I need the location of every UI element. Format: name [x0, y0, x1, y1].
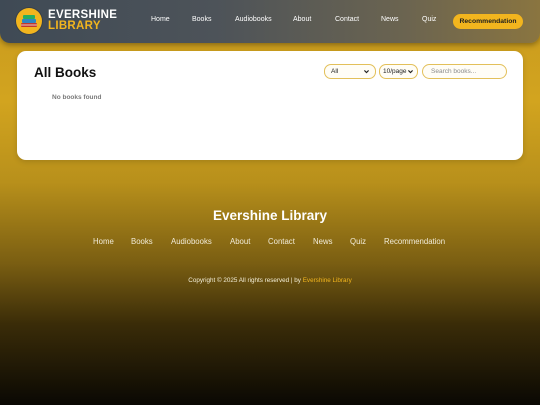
main-nav: Home Books Audiobooks About Contact News…	[0, 0, 540, 43]
empty-state-message: No books found	[52, 94, 102, 101]
footer-link-contact[interactable]: Contact	[268, 237, 295, 246]
footer-link-recommendation[interactable]: Recommendation	[384, 237, 445, 246]
chevron-down-icon	[364, 70, 369, 74]
per-page-value: 10/page	[383, 68, 407, 75]
top-navbar: EVERSHINE LIBRARY Home Books Audiobooks …	[0, 0, 540, 43]
category-filter-select[interactable]: All	[324, 64, 376, 79]
copyright-text: Copyright © 2025 All rights reserved | b…	[188, 277, 303, 284]
footer-title: Evershine Library	[212, 208, 328, 223]
nav-quiz[interactable]: Quiz	[422, 16, 436, 23]
nav-about[interactable]: About	[293, 16, 311, 23]
footer-link-news[interactable]: News	[313, 237, 333, 246]
per-page-select[interactable]: 10/page	[379, 64, 418, 79]
copyright-brand-link[interactable]: Evershine Library	[303, 277, 352, 284]
recommendation-button[interactable]: Recommendation	[453, 14, 523, 29]
footer-link-about[interactable]: About	[230, 237, 250, 246]
category-filter-value: All	[331, 68, 339, 75]
footer-link-audiobooks[interactable]: Audiobooks	[171, 237, 212, 246]
books-panel: All Books All 10/page Search books... No…	[17, 51, 523, 160]
page-title: All Books	[34, 65, 97, 80]
footer-link-quiz[interactable]: Quiz	[350, 237, 366, 246]
nav-audiobooks[interactable]: Audiobooks	[235, 16, 272, 23]
search-placeholder: Search books...	[431, 68, 477, 75]
copyright: Copyright © 2025 All rights reserved | b…	[0, 277, 540, 284]
chevron-down-icon	[408, 70, 413, 74]
nav-books[interactable]: Books	[192, 16, 211, 23]
nav-contact[interactable]: Contact	[335, 16, 359, 23]
footer-link-home[interactable]: Home	[93, 237, 114, 246]
search-input[interactable]: Search books...	[422, 64, 507, 79]
nav-news[interactable]: News	[381, 16, 399, 23]
nav-home[interactable]: Home	[151, 16, 170, 23]
footer-link-books[interactable]: Books	[131, 237, 153, 246]
footer-nav: Home Books Audiobooks About Contact News…	[0, 237, 540, 249]
